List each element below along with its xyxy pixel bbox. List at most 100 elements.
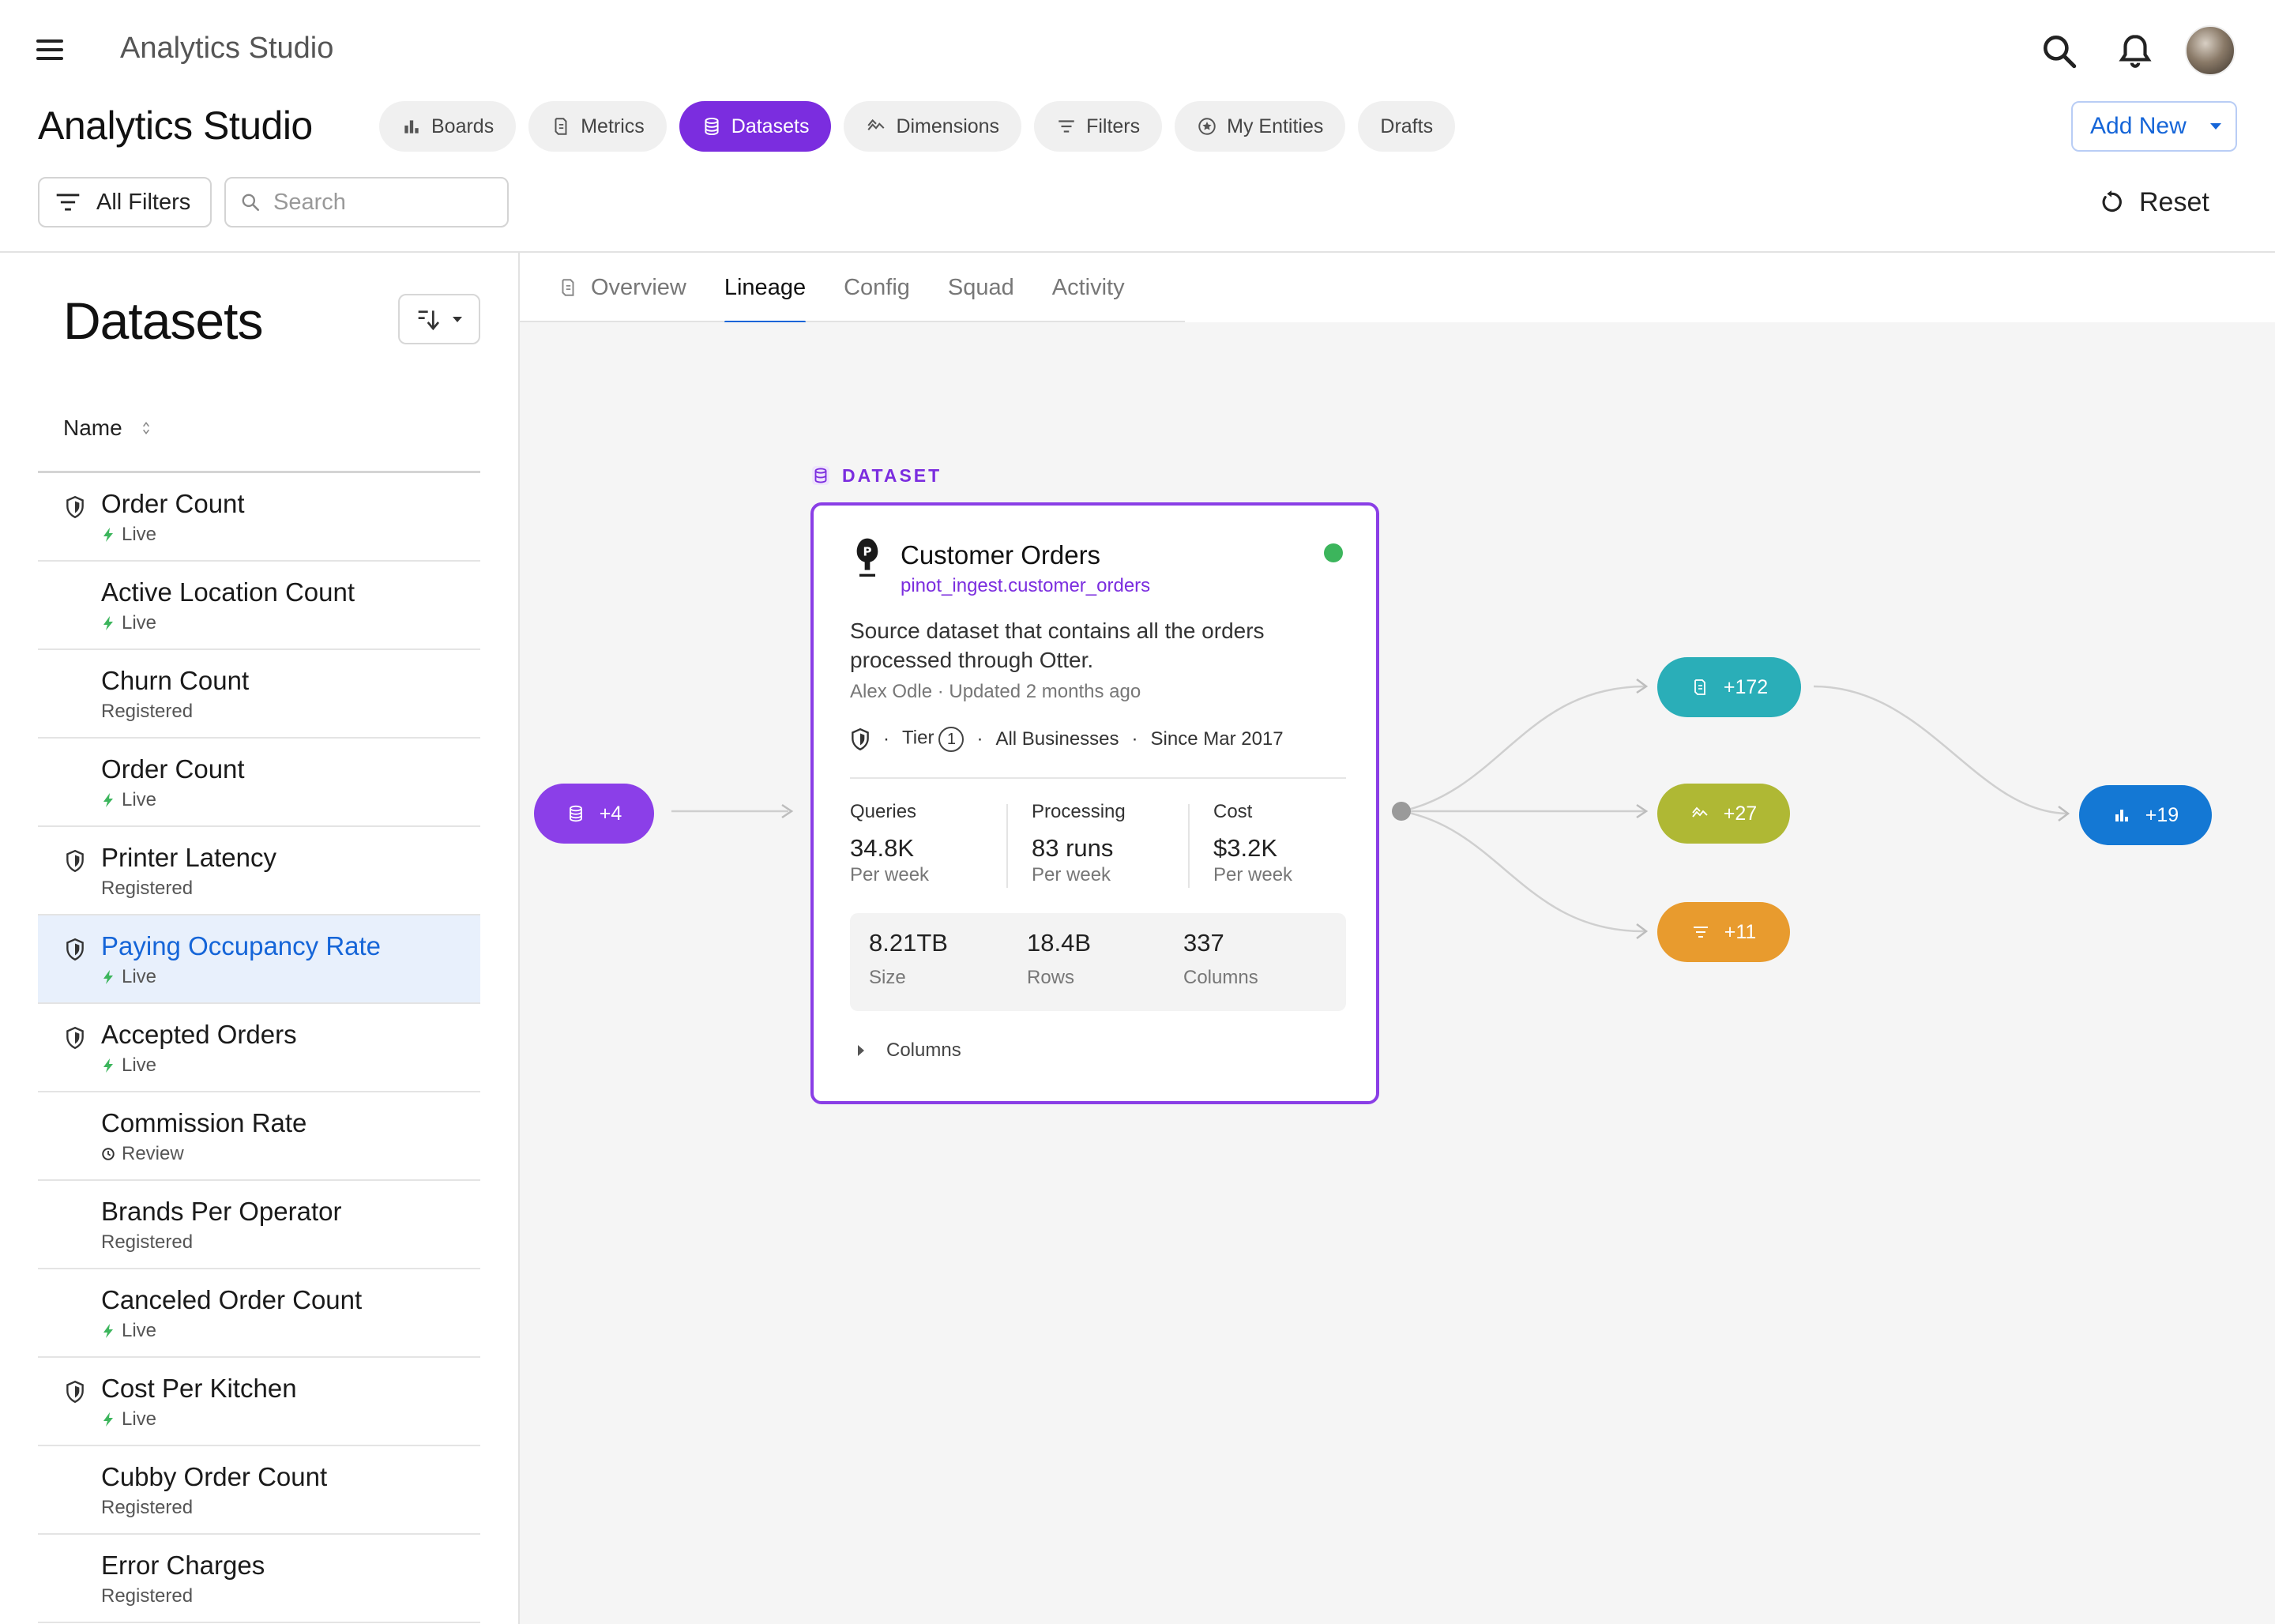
search-field[interactable] (224, 177, 509, 227)
dataset-path-link[interactable]: pinot_ingest.customer_orders (901, 575, 1150, 597)
stat-divider (1188, 804, 1190, 888)
list-item[interactable]: Cost Per Kitchen Live (38, 1358, 480, 1446)
dataset-card[interactable]: P Customer Orders pinot_ingest.customer_… (810, 502, 1379, 1104)
dataset-item-status: Registered (101, 878, 194, 899)
dataset-item-status: Registered (101, 1585, 194, 1607)
add-new-button[interactable]: Add New (2071, 101, 2237, 152)
list-item[interactable]: Error Charges Registered (38, 1535, 480, 1623)
tab-config[interactable]: Config (844, 253, 910, 322)
stat-rows: 18.4B Rows (1027, 929, 1092, 988)
list-item[interactable]: Churn Count Registered (38, 650, 480, 739)
list-item[interactable]: Cubby Order Count Registered (38, 1446, 480, 1535)
list-item[interactable]: Printer Latency Registered (38, 827, 480, 915)
downstream-metrics-node[interactable]: +172 (1657, 657, 1801, 717)
tab-activity[interactable]: Activity (1052, 253, 1125, 322)
app-title: Analytics Studio (120, 32, 334, 65)
stat-size: 8.21TB Size (869, 929, 948, 988)
downstream-boards-node[interactable]: +19 (2079, 785, 2212, 845)
bolt-icon (103, 528, 113, 542)
dataset-item-name: Commission Rate (101, 1108, 307, 1137)
dataset-item-name: Paying Occupancy Rate (101, 931, 382, 960)
stat-queries: Queries 34.8K Per week (850, 801, 930, 885)
since-label: Since Mar 2017 (1150, 728, 1284, 750)
lineage-canvas[interactable] (520, 322, 2275, 1624)
bolt-icon (103, 1412, 113, 1427)
tab-metrics[interactable]: Metrics (528, 101, 667, 152)
dataset-item-status: Live (101, 789, 156, 811)
list-item[interactable]: Order Count Live (38, 473, 480, 562)
tab-my-entities[interactable]: My Entities (1175, 101, 1346, 152)
tab-overview[interactable]: Overview (558, 253, 686, 322)
stat-columns: 337 Columns (1183, 929, 1258, 988)
dataset-item-name: Error Charges (101, 1551, 265, 1580)
bar-chart-icon (2115, 810, 2128, 821)
reset-button[interactable]: Reset (2098, 179, 2209, 226)
list-item[interactable]: Active Location Count Live (38, 562, 480, 650)
avatar[interactable] (2185, 25, 2236, 76)
search-icon (242, 194, 260, 212)
database-icon (812, 466, 829, 485)
upstream-datasets-node[interactable]: +4 (534, 784, 654, 844)
columns-expander[interactable]: Columns (858, 1039, 961, 1062)
dataset-type-label: DATASET (810, 464, 942, 487)
tab-filters[interactable]: Filters (1034, 101, 1163, 152)
database-icon (705, 117, 719, 136)
dataset-description: Source dataset that contains all the ord… (850, 618, 1265, 672)
bolt-icon (103, 1324, 113, 1338)
dataset-item-name: Brands Per Operator (101, 1197, 342, 1226)
list-item[interactable]: Commission Rate Review (38, 1092, 480, 1181)
search-icon[interactable] (2040, 32, 2079, 71)
metric-icon (555, 118, 567, 135)
tab-drafts[interactable]: Drafts (1358, 101, 1456, 152)
sort-button[interactable] (398, 294, 480, 344)
chevron-down-icon (2209, 123, 2221, 130)
dataset-item-name: Order Count (101, 489, 245, 518)
metric-icon (562, 279, 574, 296)
filter-icon (1059, 120, 1074, 133)
list-item[interactable]: Paying Occupancy Rate Live (38, 915, 480, 1004)
tab-lineage[interactable]: Lineage (724, 253, 807, 324)
datasets-panel: Datasets Name Order Count Live Active Loca… (0, 253, 518, 1624)
dataset-item-name: Churn Count (101, 666, 250, 695)
pinot-logo-icon: P (856, 538, 878, 577)
list-item[interactable]: Order Count Live (38, 739, 480, 827)
dataset-meta: Alex Odle · Updated 2 months ago (850, 681, 1141, 702)
list-item[interactable]: Accepted Orders Live (38, 1004, 480, 1092)
bolt-icon (103, 1058, 113, 1073)
clock-icon (102, 1148, 115, 1160)
search-input[interactable] (273, 189, 494, 216)
dataset-item-name: Printer Latency (101, 843, 276, 872)
stat-processing: Processing 83 runs Per week (1032, 801, 1126, 885)
bar-chart-icon (404, 120, 419, 133)
dataset-item-name: Order Count (101, 754, 245, 784)
dataset-item-name: Accepted Orders (101, 1020, 297, 1049)
menu-icon[interactable] (36, 39, 63, 62)
tab-dimensions[interactable]: Dimensions (844, 101, 1022, 152)
scope-label: All Businesses (995, 728, 1119, 750)
name-column-header[interactable]: Name (63, 415, 151, 441)
dataset-item-name: Active Location Count (101, 577, 355, 607)
dataset-item-status: Live (101, 612, 156, 634)
shield-icon (852, 727, 869, 751)
list-item[interactable]: Brands Per Operator Registered (38, 1181, 480, 1269)
tab-squad[interactable]: Squad (948, 253, 1014, 322)
stat-cost: Cost $3.2K Per week (1213, 801, 1293, 885)
certified-shield-icon (66, 1026, 84, 1050)
all-filters-button[interactable]: All Filters (38, 177, 212, 227)
sort-arrows-icon (142, 422, 149, 434)
datasets-title: Datasets (63, 291, 263, 350)
downstream-filters-node[interactable]: +11 (1657, 902, 1790, 962)
certified-shield-icon (66, 1380, 84, 1404)
tab-boards[interactable]: Boards (379, 101, 517, 152)
downstream-dimensions-node[interactable]: +27 (1657, 784, 1790, 844)
sort-icon (418, 310, 440, 331)
tier-label: Tier 1 (902, 727, 965, 752)
star-circle-icon (1198, 118, 1216, 135)
dataset-item-name: Cubby Order Count (101, 1462, 328, 1491)
bell-icon[interactable] (2115, 32, 2155, 71)
list-item[interactable]: Canceled Order Count Live (38, 1269, 480, 1358)
tab-datasets[interactable]: Datasets (679, 101, 832, 152)
entity-tabs: Boards Metrics Datasets Dimensions Filte… (379, 101, 1456, 152)
svg-text:P: P (863, 544, 872, 558)
dataset-item-status: Registered (101, 1231, 194, 1253)
